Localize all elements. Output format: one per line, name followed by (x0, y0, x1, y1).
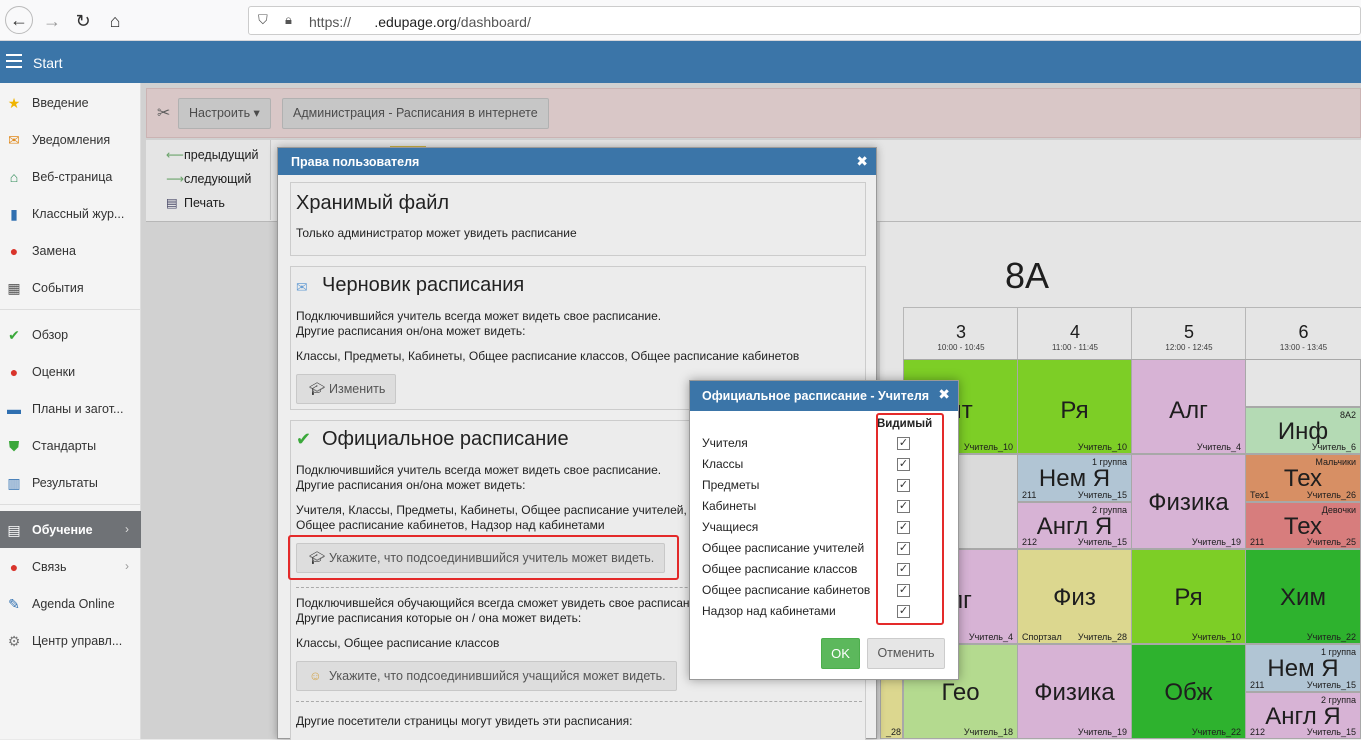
grades-icon: ● (9, 364, 19, 380)
menu-icon[interactable] (6, 54, 22, 68)
briefcase-icon: ▬ (7, 401, 21, 417)
header-title: Start (33, 55, 63, 71)
sidebar: ★ Введение ✉ Уведомления ⌂ Веб-страница ▮ Кл… (0, 83, 141, 739)
shield-icon: ⛉ (258, 12, 268, 27)
sidebar-item-notifications[interactable]: ✉ Уведомления (0, 121, 141, 158)
shield-icon: ⛊ (8, 438, 20, 454)
red-highlight-box (876, 413, 944, 625)
sidebar-divider (0, 504, 141, 505)
chevron-right-icon: › (125, 559, 129, 573)
graduation-cap-icon: 🎓︎ (309, 382, 325, 396)
visibility-row-label: Учителя (702, 436, 748, 450)
sidebar-item-substitution[interactable]: ● Замена (0, 232, 141, 269)
sidebar-item-results[interactable]: ▥ Результаты (0, 464, 141, 501)
visibility-row-label: Предметы (702, 478, 760, 492)
visibility-row-label: Общее расписание классов (702, 562, 858, 576)
close-icon[interactable]: ✖ (938, 386, 950, 403)
chevron-right-icon: › (125, 522, 129, 536)
sidebar-item-journal[interactable]: ▮ Классный жур... (0, 195, 141, 232)
visibility-row-label: Классы (702, 457, 744, 471)
app-header: Start (0, 41, 1361, 83)
sidebar-divider (0, 309, 141, 310)
url-text: https:// .edupage.org/dashboard/ (309, 14, 531, 30)
sidebar-item-events[interactable]: ▦ События (0, 269, 141, 306)
student-visibility-button[interactable]: ☺ Укажите, что подсоединившийся учащийся … (296, 661, 677, 691)
visibility-row-label: Общее расписание кабинетов (702, 583, 871, 597)
section-title: Официальное расписание (322, 428, 569, 450)
sidebar-item-webpage[interactable]: ⌂ Веб-страница (0, 158, 141, 195)
home-icon[interactable]: ⌂ (102, 8, 128, 34)
sidebar-item-control-center[interactable]: ⚙ Центр управл... (0, 622, 141, 659)
reload-icon[interactable]: ↻ (70, 8, 96, 34)
dialog-header: Официальное расписание - Учителя ✖ (690, 381, 958, 411)
visibility-row-label: Общее расписание учителей (702, 541, 865, 555)
star-icon: ★ (7, 95, 21, 111)
sidebar-item-communication[interactable]: ● Связь › (0, 548, 141, 585)
journal-icon: ▮ (10, 206, 18, 222)
chat-icon: ● (9, 559, 19, 575)
sidebar-item-intro[interactable]: ★ Введение (0, 84, 141, 121)
close-icon[interactable]: ✖ (856, 153, 868, 170)
section-title: Черновик расписания (322, 274, 525, 296)
sidebar-item-plans[interactable]: ▬ Планы и загот... (0, 390, 141, 427)
section-title: Хранимый файл (296, 192, 450, 214)
visibility-row-label: Учащиеся (702, 520, 759, 534)
forward-arrow-icon[interactable]: → (39, 8, 65, 34)
bar-chart-icon: ▥ (7, 475, 21, 491)
envelope-icon: ✉ (296, 279, 308, 295)
sidebar-item-standards[interactable]: ⛊ Стандарты (0, 427, 141, 464)
ok-button[interactable]: OK (821, 638, 860, 669)
check-icon: ✔ (296, 429, 312, 449)
section-text: Только администратор может увидеть распи… (296, 226, 577, 240)
sidebar-item-agenda[interactable]: ✎ Agenda Online (0, 585, 141, 622)
stored-file-section: Хранимый файл Только администратор может… (290, 182, 866, 256)
dialog-header: Права пользователя ✖ (278, 148, 876, 175)
cancel-button[interactable]: Отменить (867, 638, 945, 669)
student-icon: ☺ (309, 669, 322, 683)
red-highlight-box (288, 535, 679, 580)
sidebar-item-learning[interactable]: ▤ Обучение › (0, 511, 141, 548)
lock-icon: 🔒︎ (285, 12, 292, 27)
visibility-row-label: Кабинеты (702, 499, 757, 513)
divider (296, 701, 862, 702)
back-arrow-icon[interactable]: ← (5, 6, 33, 34)
sidebar-item-overview[interactable]: ✔ Обзор (0, 316, 141, 353)
visibility-row-label: Надзор над кабинетами (702, 604, 836, 618)
pen-icon: ✎ (8, 596, 20, 612)
envelope-icon: ✉ (8, 132, 20, 148)
book-icon: ▤ (7, 522, 21, 538)
check-circle-icon: ✔ (8, 327, 20, 343)
substitution-icon: ● (9, 243, 19, 259)
sidebar-item-grades[interactable]: ● Оценки (0, 353, 141, 390)
gear-icon: ⚙ (7, 633, 21, 649)
home-icon: ⌂ (9, 169, 19, 185)
calendar-icon: ▦ (7, 280, 21, 296)
change-button[interactable]: 🎓︎ Изменить (296, 374, 397, 404)
browser-toolbar: ← → ↻ ⌂ ⛉ 🔒︎ https:// .edupage.org/dashb… (0, 0, 1361, 41)
url-bar[interactable]: ⛉ 🔒︎ https:// .edupage.org/dashboard/ (248, 6, 1361, 35)
